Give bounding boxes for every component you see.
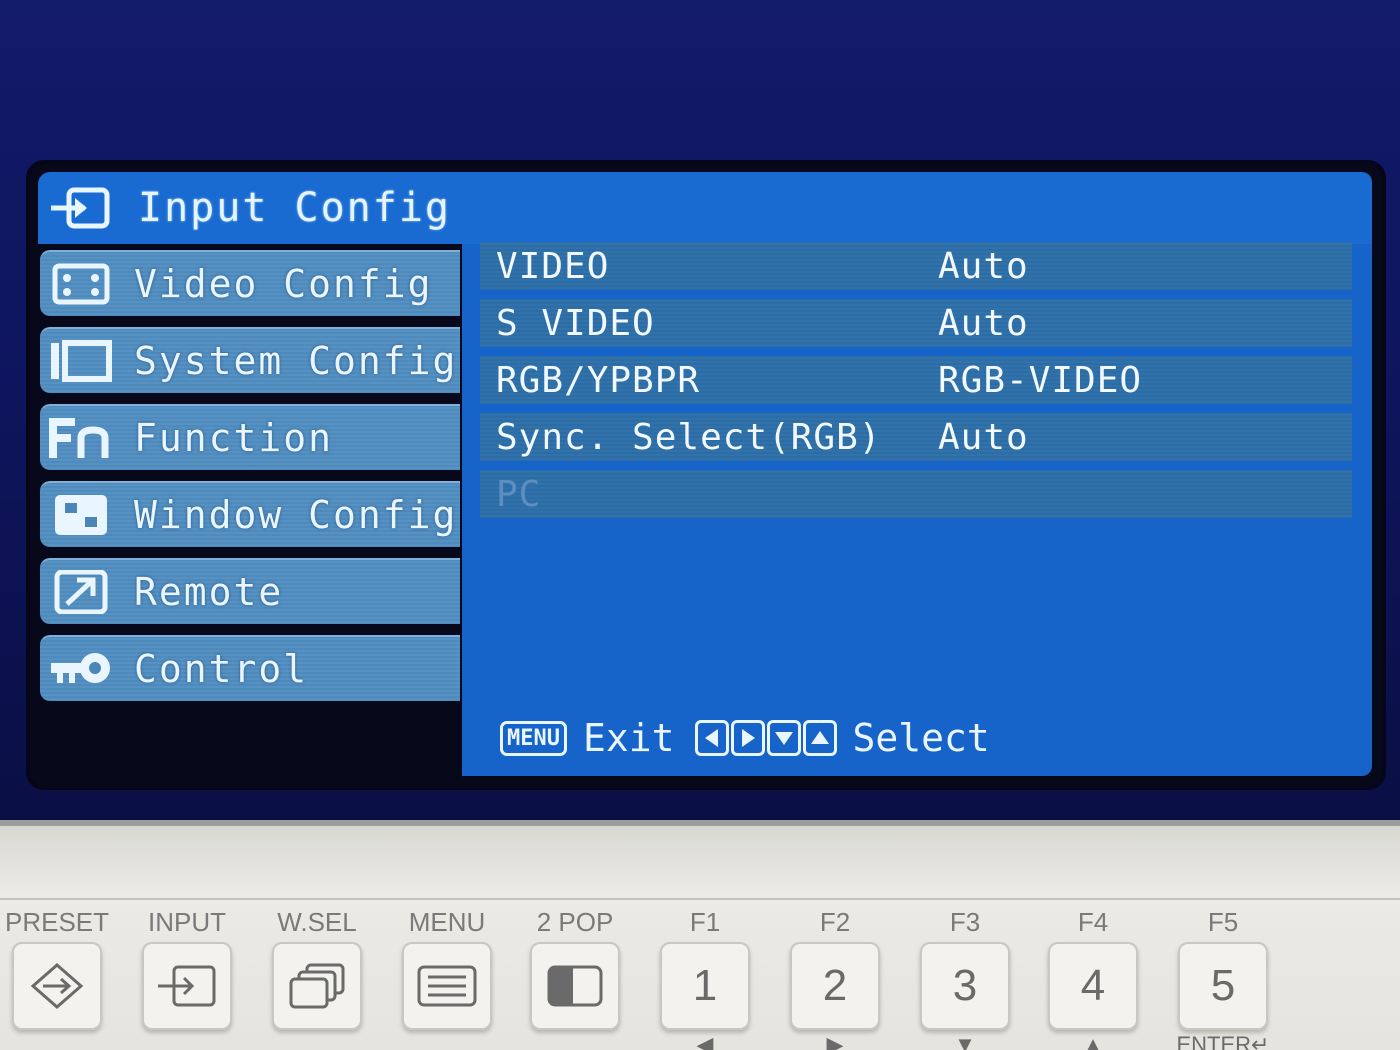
enter-hint: ENTER↵ (1176, 1032, 1270, 1050)
key-icon (46, 644, 116, 694)
menu-item-label: Remote (134, 570, 284, 614)
menu-item-control[interactable]: Control (40, 635, 460, 701)
menu-button[interactable] (402, 942, 492, 1030)
button-label: F3 (949, 907, 981, 937)
window-config-icon (46, 490, 116, 540)
remote-icon (46, 567, 116, 617)
setting-value: Auto (938, 245, 1029, 287)
menu-item-label: Control (134, 647, 309, 691)
menu-item-label: Function (134, 416, 334, 460)
menu-item-label: System Config (134, 339, 458, 383)
f1-button-group: F1 1 ◀ (650, 904, 760, 1050)
left-arrow-hint: ◀ (696, 1032, 714, 1050)
menu-item-label: Window Config (134, 493, 458, 537)
menu-item-function[interactable]: Function (40, 404, 460, 470)
menu-item-window-config[interactable]: Window Config (40, 481, 460, 547)
setting-name: PC (496, 473, 542, 515)
setting-name: RGB/YPBPR (496, 359, 701, 401)
setting-value: Auto (938, 302, 1029, 344)
window-select-button[interactable] (272, 942, 362, 1030)
f2-button[interactable]: 2 (790, 942, 880, 1030)
menu-item-remote[interactable]: Remote (40, 558, 460, 624)
button-label: PRESET (4, 907, 110, 937)
setting-row-sync-select[interactable]: Sync. Select(RGB) Auto (480, 413, 1352, 461)
setting-value: Auto (938, 416, 1029, 458)
video-config-icon (46, 259, 116, 309)
osd-footer-hints: MENU Exit Select (500, 716, 990, 760)
preset-icon (30, 963, 84, 1009)
setting-row-s-video[interactable]: S VIDEO Auto (480, 299, 1352, 347)
f5-button[interactable]: 5 (1178, 942, 1268, 1030)
button-label: F2 (819, 907, 851, 937)
fn-icon (46, 413, 116, 463)
input-button-group: INPUT (132, 904, 242, 1030)
f2-button-group: F2 2 ▶ (780, 904, 890, 1050)
setting-row-video[interactable]: VIDEO Auto (480, 242, 1352, 290)
button-label: F5 (1207, 907, 1239, 937)
layered-windows-icon (289, 963, 345, 1009)
menu-key-icon: MENU (500, 720, 567, 756)
osd-menu: Input Config Video Config System Config … (26, 160, 1386, 790)
setting-row-pc: PC (480, 470, 1352, 518)
f5-button-group: F5 5 ENTER↵ (1168, 904, 1278, 1050)
two-pop-button[interactable] (530, 942, 620, 1030)
button-label: 2 POP (536, 907, 614, 937)
button-label: MENU (408, 907, 486, 937)
input-button[interactable] (142, 942, 232, 1030)
menu-item-label: Video Config (134, 262, 433, 306)
menu-list-icon (417, 965, 477, 1007)
monitor-screen: Input Config Video Config System Config … (0, 0, 1400, 820)
half-screen-icon (547, 965, 603, 1007)
setting-name: Sync. Select(RGB) (496, 416, 882, 458)
f4-button[interactable]: 4 (1048, 942, 1138, 1030)
system-config-icon (46, 336, 116, 386)
window-select-button-group: W.SEL (262, 904, 372, 1030)
preset-button[interactable] (12, 942, 102, 1030)
menu-item-video-config[interactable]: Video Config (40, 250, 460, 316)
up-arrow-hint: ▲ (1082, 1032, 1104, 1050)
menu-item-system-config[interactable]: System Config (40, 327, 460, 393)
button-label: F4 (1077, 907, 1109, 937)
f3-button-group: F3 3 ▼ (910, 904, 1020, 1050)
settings-list: VIDEO Auto S VIDEO Auto RGB/YPBPR RGB-VI… (480, 242, 1352, 527)
f3-button[interactable]: 3 (920, 942, 1010, 1030)
f1-button[interactable]: 1 (660, 942, 750, 1030)
button-label: INPUT (148, 907, 226, 937)
select-hint: Select (852, 716, 990, 760)
arrow-down-icon (766, 720, 801, 756)
osd-menu-list: Video Config System Config Function Wind… (40, 250, 460, 712)
two-pop-button-group: 2 POP (520, 904, 630, 1030)
panel-divider (0, 898, 1400, 900)
arrow-left-icon (694, 720, 729, 756)
input-config-icon (48, 186, 112, 230)
osd-title: Input Config (138, 185, 451, 231)
exit-hint: Exit (582, 716, 675, 760)
arrow-right-icon (730, 720, 765, 756)
arrow-up-icon (802, 720, 837, 756)
preset-button-group: PRESET (2, 904, 112, 1030)
down-arrow-hint: ▼ (954, 1032, 976, 1050)
right-arrow-hint: ▶ (826, 1032, 844, 1050)
osd-title-bar: Input Config (38, 172, 1372, 244)
button-label: F1 (689, 907, 721, 937)
setting-name: VIDEO (496, 245, 610, 287)
setting-row-rgb-ypbpr[interactable]: RGB/YPBPR RGB-VIDEO (480, 356, 1352, 404)
setting-value: RGB-VIDEO (938, 359, 1143, 401)
menu-button-group: MENU (392, 904, 502, 1030)
setting-name: S VIDEO (496, 302, 655, 344)
f4-button-group: F4 4 ▲ (1038, 904, 1148, 1050)
hardware-button-panel: PRESET INPUT W.SEL MENU 2 POP F1 1 ◀ F2 … (0, 820, 1400, 1050)
input-icon (158, 965, 216, 1007)
button-label: W.SEL (277, 907, 357, 937)
